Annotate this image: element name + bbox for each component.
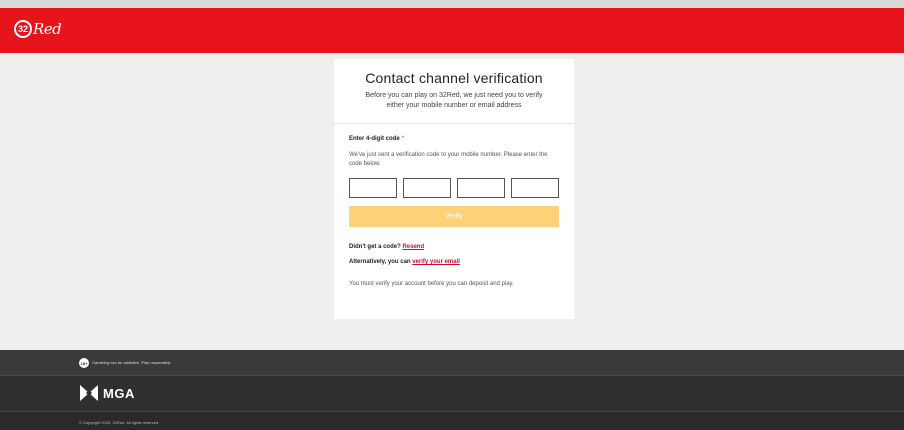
- alt-verify-line: Alternatively, you can verify your email: [349, 259, 559, 265]
- logo-word: Red: [33, 20, 62, 38]
- copyright-text: © Copyright 2025, 32Red. All rights rese…: [79, 420, 160, 425]
- mga-icon: [80, 385, 98, 401]
- responsible-gambling-text[interactable]: Gambling can be addictive. Play responsi…: [92, 360, 171, 365]
- code-input-1[interactable]: [349, 178, 397, 198]
- code-field-label-text: Enter 4-digit code: [349, 136, 400, 142]
- card-header: Contact channel verification Before you …: [334, 59, 574, 124]
- code-field-label: Enter 4-digit code *: [349, 136, 559, 142]
- mga-logo[interactable]: MGA: [80, 385, 135, 401]
- footer-responsible-gambling: 18+ Gambling can be addictive. Play resp…: [0, 350, 904, 376]
- verify-button[interactable]: Verify: [349, 206, 559, 227]
- deposit-notice: You must verify your account before you …: [349, 281, 514, 287]
- logo-circle-number: 32: [14, 20, 32, 38]
- code-input-2[interactable]: [403, 178, 451, 198]
- mga-text: MGA: [103, 385, 135, 401]
- browser-top-strip: [0, 0, 904, 8]
- code-help-text: We've just sent a verification code to y…: [349, 152, 548, 167]
- code-input-4[interactable]: [511, 178, 559, 198]
- site-header: 32 Red: [0, 8, 904, 53]
- verification-card: Contact channel verification Before you …: [334, 59, 574, 319]
- main-area: Contact channel verification Before you …: [0, 53, 904, 350]
- verify-email-link[interactable]: verify your email: [412, 259, 460, 265]
- card-body: Enter 4-digit code * We've just sent a ve…: [334, 124, 574, 287]
- footer-regulator: MGA: [0, 376, 904, 412]
- code-input-3[interactable]: [457, 178, 505, 198]
- code-inputs: [349, 178, 559, 198]
- age-18-icon: 18+: [79, 358, 89, 368]
- footer-copyright: © Copyright 2025, 32Red. All rights rese…: [0, 412, 904, 430]
- resend-prompt: Didn't get a code?: [349, 244, 401, 250]
- required-mark: *: [401, 136, 405, 142]
- alt-verify-prompt: Alternatively, you can: [349, 259, 411, 265]
- resend-line: Didn't get a code? Resend: [349, 244, 559, 250]
- 32red-logo[interactable]: 32 Red: [14, 20, 62, 38]
- page-subtitle: Before you can play on 32Red, we just ne…: [365, 92, 543, 109]
- page-title: Contact channel verification: [365, 70, 543, 86]
- resend-link[interactable]: Resend: [402, 244, 424, 250]
